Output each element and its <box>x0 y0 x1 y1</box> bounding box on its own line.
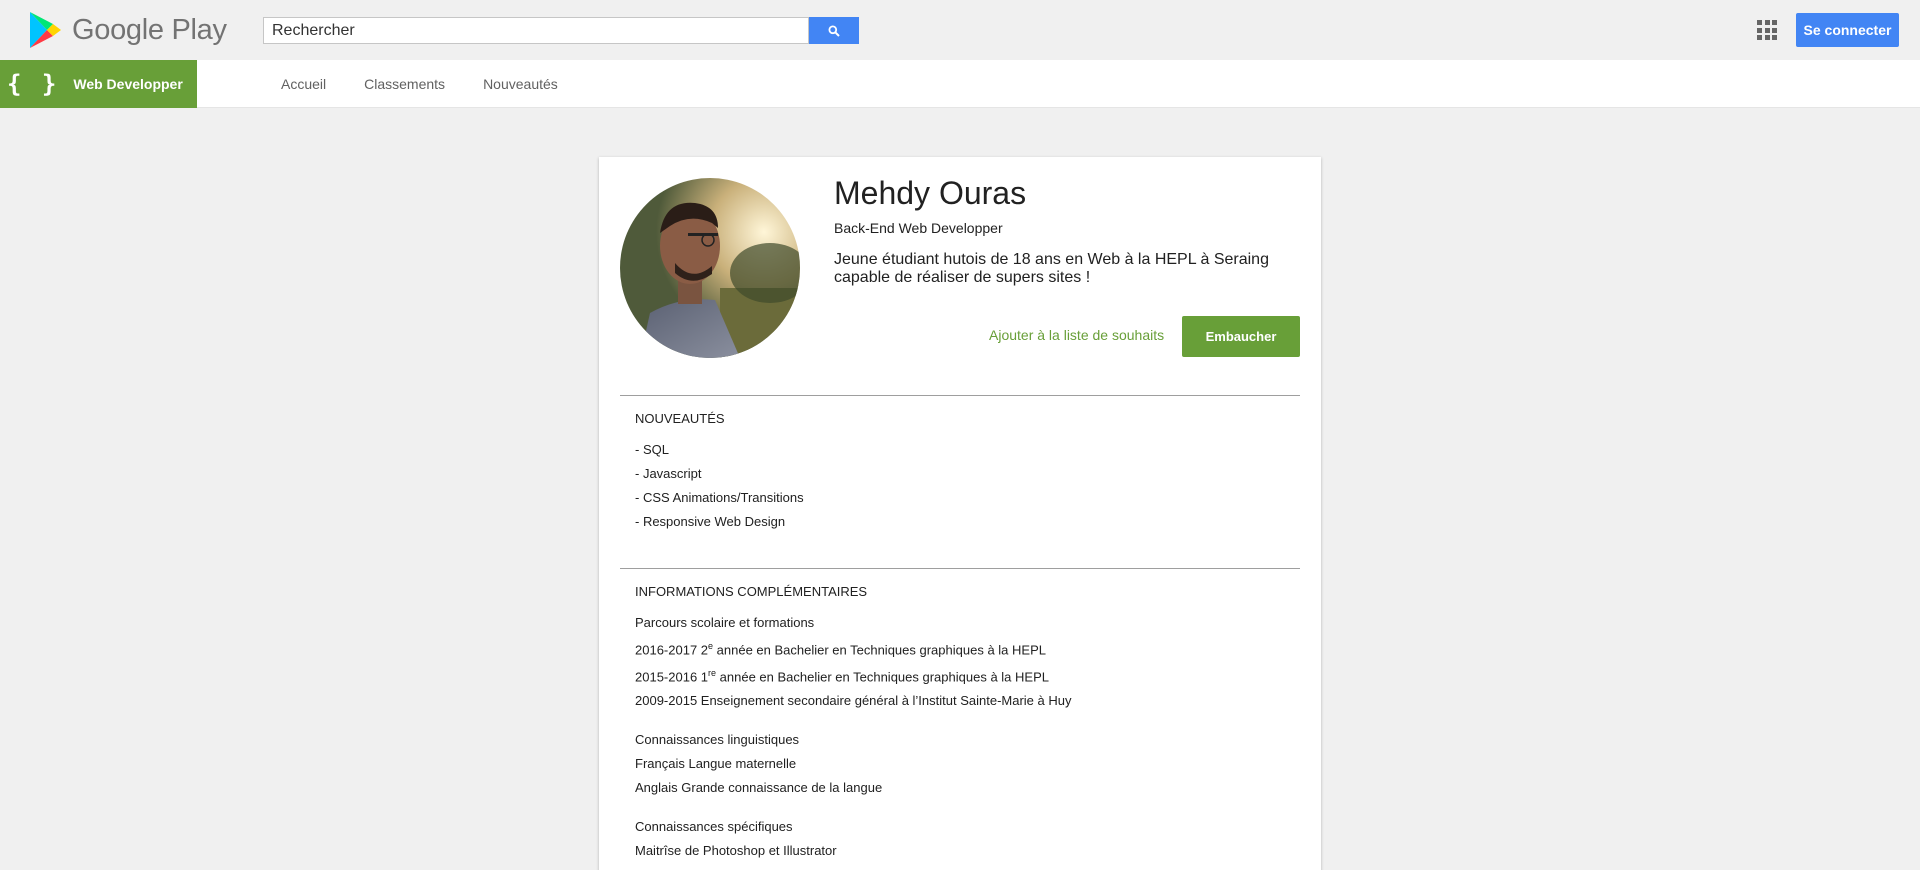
education-item: 2015-2016 1re année en Bachelier en Tech… <box>635 668 1049 685</box>
nav-link-accueil[interactable]: Accueil <box>281 76 326 92</box>
language-item: Anglais Grande connaissance de la langue <box>635 780 883 795</box>
news-item: - CSS Animations/Transitions <box>635 490 804 505</box>
hire-button[interactable]: Embaucher <box>1182 316 1300 357</box>
language-item: Français Langue maternelle <box>635 756 797 771</box>
education-item: 2016-2017 2e année en Bachelier en Techn… <box>635 641 1046 658</box>
nav-links: Accueil Classements Nouveautés <box>281 60 596 108</box>
info-title: INFORMATIONS COMPLÉMENTAIRES <box>635 584 868 599</box>
news-item: - SQL <box>635 442 669 457</box>
wishlist-link[interactable]: Ajouter à la liste de souhaits <box>989 327 1164 343</box>
skill-item: Maitrîse de Photoshop et Illustrator <box>635 843 837 858</box>
nav-link-nouveautes[interactable]: Nouveautés <box>483 76 558 92</box>
avatar <box>620 178 800 358</box>
news-item: - Javascript <box>635 466 702 481</box>
divider <box>620 568 1300 569</box>
profile-name: Mehdy Ouras <box>834 175 1027 211</box>
profile-card: Mehdy Ouras Back-End Web Developper Jeun… <box>599 157 1321 870</box>
search-icon <box>828 25 840 37</box>
apps-grid-icon[interactable] <box>1757 20 1777 40</box>
education-title: Parcours scolaire et formations <box>635 615 815 630</box>
divider <box>620 395 1300 396</box>
education-item: 2009-2015 Enseignement secondaire généra… <box>635 693 1072 708</box>
search-button[interactable] <box>809 17 859 44</box>
skills-title: Connaissances spécifiques <box>635 819 793 834</box>
profile-photo <box>620 178 800 358</box>
brand-name: Google Play <box>72 13 227 46</box>
signin-button[interactable]: Se connecter <box>1796 13 1899 47</box>
nav-bar: { } Web Developper Accueil Classements N… <box>0 60 1920 108</box>
languages-title: Connaissances linguistiques <box>635 732 800 747</box>
category-tab[interactable]: { } Web Developper <box>0 60 197 108</box>
top-bar: Google Play Se connecter <box>0 0 1920 60</box>
profile-description: Jeune étudiant hutois de 18 ans en Web à… <box>834 251 1269 286</box>
play-triangle-icon <box>30 12 61 48</box>
google-play-logo[interactable]: Google Play <box>28 11 227 49</box>
news-title: NOUVEAUTÉS <box>635 411 725 426</box>
profile-role: Back-End Web Developper <box>834 220 1003 236</box>
code-braces-icon: { } <box>7 70 60 98</box>
news-item: - Responsive Web Design <box>635 514 786 529</box>
nav-link-classements[interactable]: Classements <box>364 76 445 92</box>
search-input[interactable] <box>263 17 809 44</box>
search-bar <box>263 17 859 44</box>
category-label: Web Developper <box>73 76 183 92</box>
